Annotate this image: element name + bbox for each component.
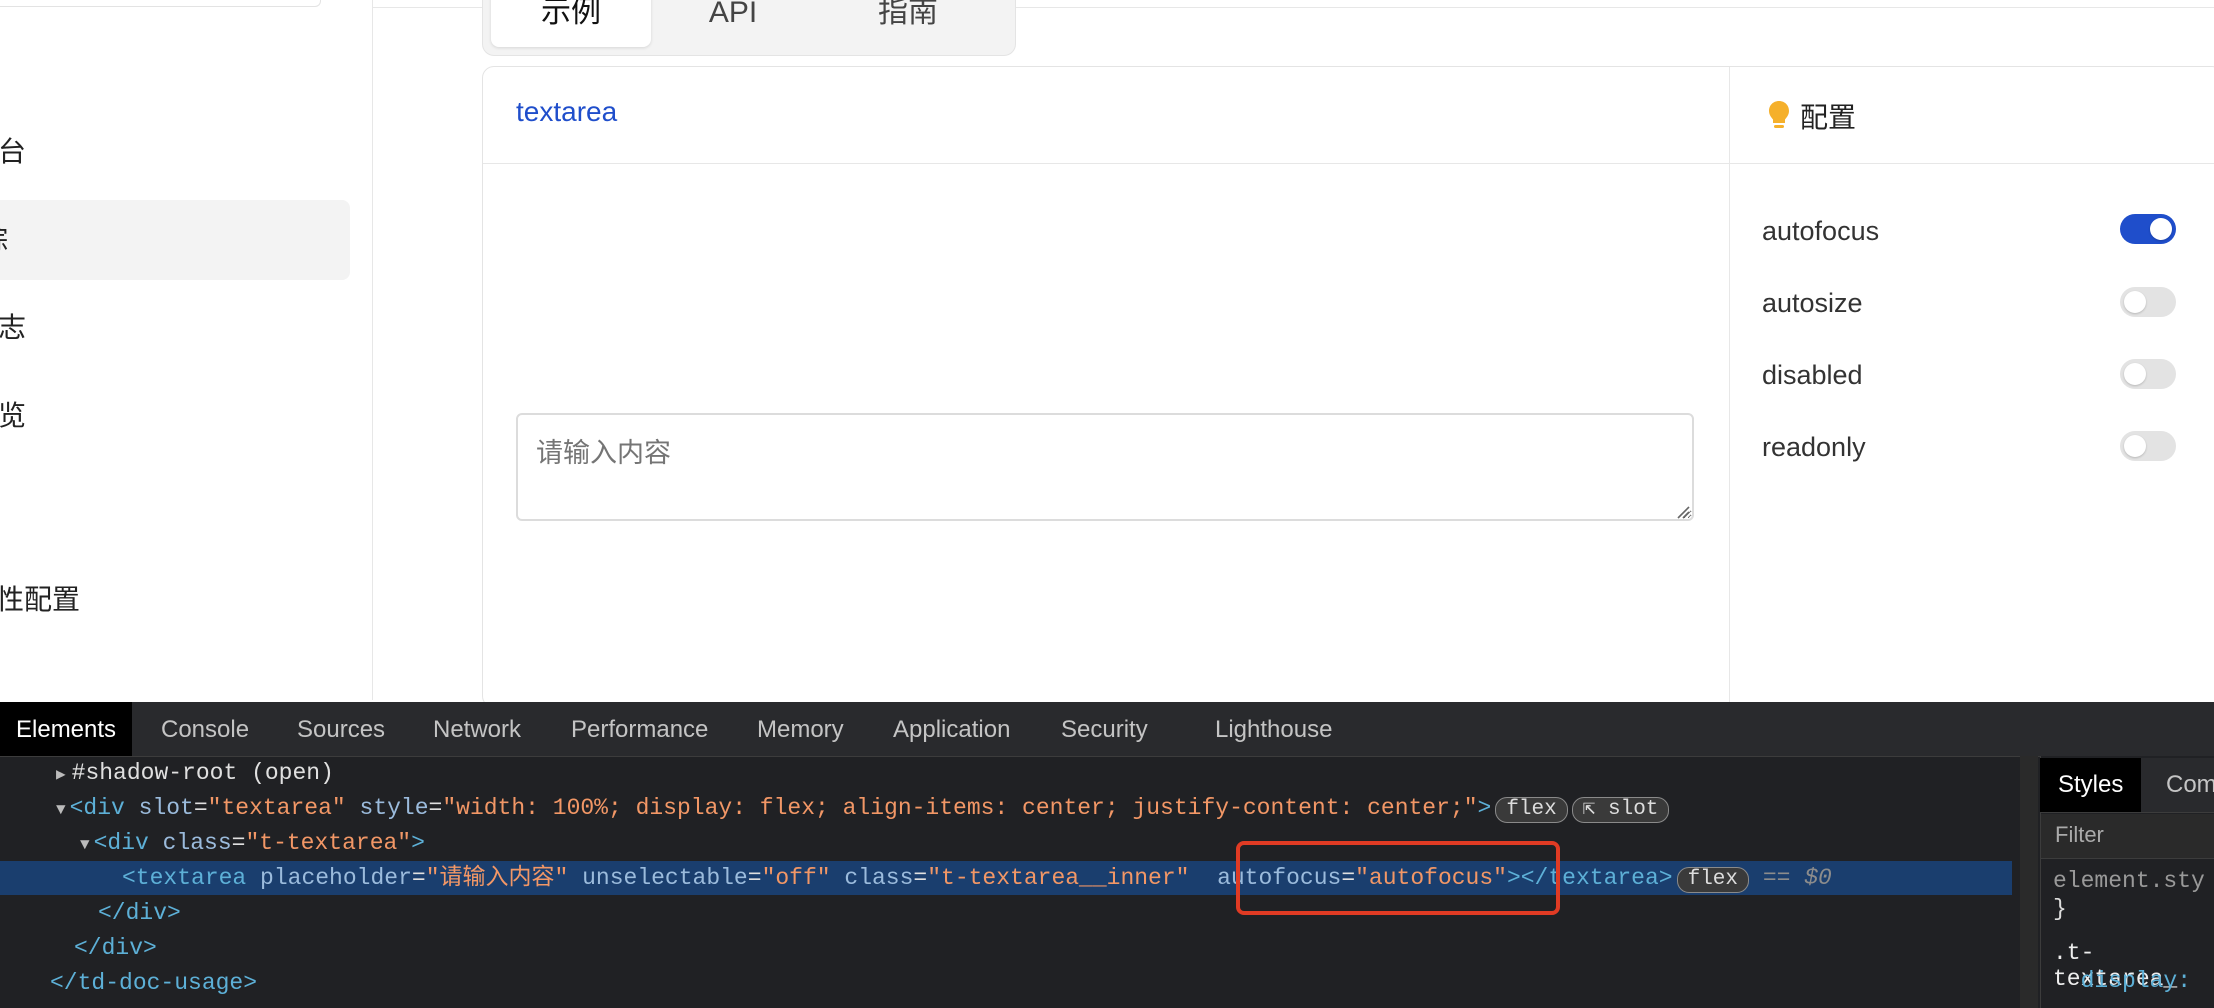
- doc-tabs: 示例 API 指南: [482, 0, 1016, 56]
- styles-tab-styles[interactable]: Styles: [2040, 758, 2142, 812]
- switch-autosize[interactable]: [2120, 287, 2176, 317]
- demo-title-link[interactable]: textarea: [516, 96, 617, 128]
- styles-tab-computed[interactable]: Com: [2166, 758, 2214, 812]
- config-title: 配置: [1800, 102, 1857, 133]
- switch-autofocus[interactable]: [2120, 214, 2176, 244]
- styles-line: element.sty: [2053, 868, 2205, 894]
- resize-grip-icon[interactable]: [1676, 505, 1690, 519]
- option-label-readonly: readonly: [1762, 432, 1866, 462]
- styles-filter-input[interactable]: Filter: [2041, 814, 2214, 859]
- devtools-tab-application[interactable]: Application: [893, 702, 1010, 756]
- tree-line-slot-div[interactable]: ▼ <div slot="textarea" style="width: 100%…: [0, 791, 2012, 825]
- switch-knob: [2124, 291, 2146, 313]
- devtools-tab-security[interactable]: Security: [1061, 702, 1148, 756]
- tree-line-close-td-doc-usage[interactable]: </td-doc-usage>: [0, 966, 2012, 1000]
- elements-scrollbar[interactable]: [2020, 756, 2038, 1008]
- option-label-autofocus: autofocus: [1762, 216, 1880, 246]
- tree-line-shadow-root[interactable]: ▶ #shadow-root (open): [0, 756, 2012, 790]
- sidebar-item-console[interactable]: 控制台: [0, 112, 350, 192]
- styles-tabbar: Styles Com: [2040, 758, 2214, 813]
- tree-line-t-textarea-div[interactable]: ▼ <div class="t-textarea">: [0, 826, 2012, 860]
- devtools-tab-performance[interactable]: Performance: [571, 702, 708, 756]
- option-label-disabled: disabled: [1762, 360, 1863, 390]
- sidebar-item-overview[interactable]: 总览: [0, 376, 350, 456]
- sidebar-search-box[interactable]: [0, 0, 321, 7]
- tab-api[interactable]: API: [658, 0, 808, 47]
- sidebar-item-property-config[interactable]: 属性配置: [0, 560, 350, 640]
- devtools-tab-network[interactable]: Network: [433, 702, 521, 756]
- devtools-tab-elements[interactable]: Elements: [0, 702, 133, 756]
- devtools-tab-lighthouse[interactable]: Lighthouse: [1215, 702, 1332, 756]
- switch-knob: [2150, 218, 2172, 240]
- switch-readonly[interactable]: [2120, 431, 2176, 461]
- styles-line: display:: [2053, 968, 2192, 994]
- highlight-annotation: [1236, 841, 1560, 915]
- devtools-tab-console[interactable]: Console: [161, 702, 249, 756]
- card-column-divider: [1729, 67, 1730, 707]
- tab-guide[interactable]: 指南: [823, 0, 993, 47]
- card-header-divider: [483, 163, 2214, 164]
- tree-line-close-div[interactable]: </div>: [0, 931, 2012, 965]
- slot-badge[interactable]: ⇱ slot: [1571, 797, 1670, 823]
- tree-line-close-div[interactable]: </div>: [0, 896, 2012, 930]
- switch-disabled[interactable]: [2120, 359, 2176, 389]
- switch-knob: [2124, 435, 2146, 457]
- elements-tree: ▶ #shadow-root (open) ▼ <div slot="textare…: [0, 756, 2012, 1008]
- switch-knob: [2124, 363, 2146, 385]
- styles-line: }: [2053, 896, 2067, 922]
- option-label-autosize: autosize: [1762, 288, 1863, 318]
- sidebar-item-tracing[interactable]: 链路追踪: [0, 200, 350, 280]
- devtools-tabbar: Elements Console Sources Network Perform…: [0, 702, 2214, 757]
- sidebar-item-logs[interactable]: 日志: [0, 288, 350, 368]
- flex-badge[interactable]: flex: [1495, 797, 1568, 823]
- tree-line-textarea-selected[interactable]: <textarea placeholder="请输入内容" unselectab…: [0, 861, 2012, 895]
- devtools-tab-sources[interactable]: Sources: [297, 702, 385, 756]
- lightbulb-icon: [1769, 101, 1789, 128]
- flex-badge[interactable]: flex: [1676, 867, 1750, 893]
- demo-textarea[interactable]: [516, 413, 1694, 521]
- devtools-tab-memory[interactable]: Memory: [757, 702, 844, 756]
- tab-examples[interactable]: 示例: [491, 0, 651, 47]
